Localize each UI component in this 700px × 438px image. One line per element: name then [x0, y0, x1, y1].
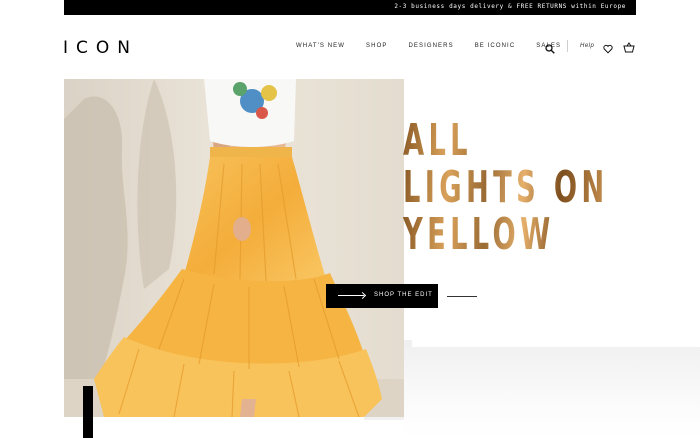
nav-divider	[567, 40, 568, 52]
help-link[interactable]: Help	[580, 43, 594, 49]
decorative-bar	[83, 386, 93, 438]
cta-decorative-line	[447, 296, 477, 297]
hero-image[interactable]	[64, 79, 404, 417]
card-shadow-bottom	[404, 347, 700, 438]
nav-item-shop[interactable]: SHOP	[366, 43, 387, 49]
shop-the-edit-button[interactable]: SHOP THE EDIT	[326, 284, 438, 308]
announcement-text: 2-3 business days delivery & FREE RETURN…	[394, 3, 626, 10]
nav-item-designers[interactable]: DESIGNERS	[408, 43, 453, 49]
nav-item-whats-new[interactable]: WHAT'S NEW	[296, 43, 345, 49]
search-icon[interactable]	[545, 41, 555, 54]
bag-icon[interactable]	[623, 40, 635, 53]
brand-logo[interactable]: ICON	[63, 38, 138, 58]
cta-label: SHOP THE EDIT	[374, 292, 433, 298]
heart-icon[interactable]	[603, 41, 613, 54]
announcement-bar: 2-3 business days delivery & FREE RETURN…	[64, 0, 636, 15]
hero-headline: ALL LIGHTS ON YELLOW	[403, 117, 609, 258]
nav-item-be-iconic[interactable]: BE ICONIC	[475, 43, 516, 49]
main-nav: WHAT'S NEW SHOP DESIGNERS BE ICONIC SALE…	[296, 43, 582, 49]
headline-line-1: ALL	[403, 117, 609, 164]
headline-line-2: LIGHTS ON	[403, 162, 609, 213]
headline-line-3: YELLOW	[403, 211, 609, 258]
arrow-right-icon	[358, 291, 367, 300]
